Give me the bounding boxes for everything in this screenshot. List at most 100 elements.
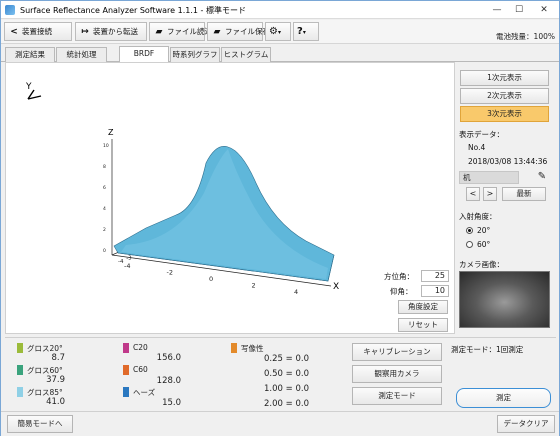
camera-image [459,271,550,328]
c20-label: C20 [133,343,148,352]
elevation-input[interactable]: 10 [421,285,449,297]
elevation-label: 仰角： [390,287,413,296]
gloss20-value: 8.7 [51,353,65,363]
display-data-label: 表示データ： [459,130,504,139]
c60-swatch [123,365,129,375]
tab-measurement-results[interactable]: 測定結果 [5,47,55,62]
z-tick-label: 0 [103,248,106,254]
c60-value: 128.0 [156,376,181,386]
gloss20-swatch [17,343,23,353]
window-title: Surface Reflectance Analyzer Software 1.… [20,6,246,15]
gloss60-value: 37.9 [46,375,65,385]
data-datetime: 2018/03/08 13:44:36 [468,157,548,166]
x-axis-label: X [333,282,339,292]
tab-brdf[interactable]: BRDF [119,46,169,62]
surface-shading [121,149,328,279]
c60-label: C60 [133,365,148,374]
view-1d-button[interactable]: 1次元表示 [460,70,549,86]
x-tick-label: -2 [167,269,173,277]
gloss85-value: 41.0 [46,397,65,407]
data-clear-button[interactable]: データクリア [497,415,555,433]
incident-60-label: 60° [477,240,491,249]
file-read-button[interactable]: ▰ ファイル読込 [149,22,212,41]
c20-swatch [123,343,129,353]
reset-button[interactable]: リセット [398,318,448,332]
incident-angle-label: 入射角度： [459,212,497,221]
incident-20-radio[interactable] [466,227,473,234]
orientation-indicator: Y [25,82,42,100]
view-3d-button[interactable]: 3次元表示 [460,106,549,122]
observe-camera-button[interactable]: 観察用カメラ [352,365,442,383]
footer-bar: 簡易モードへ データクリア [1,411,559,436]
azimuth-input[interactable]: 25 [421,270,449,282]
measure-mode-button[interactable]: 測定モード [352,387,442,405]
haze-label: ヘーズ [133,388,156,397]
open-folder-icon: ▰ [155,27,163,37]
save-folder-icon: ▰ [213,27,221,37]
prev-data-button[interactable]: < [466,187,480,201]
brdf-plot-panel: Y Z X 1086420 -4-3-2-101234 -4-2024 方位角：… [5,62,455,334]
data-name-field: 机 [459,171,519,184]
simple-mode-button[interactable]: 簡易モードへ [7,415,73,433]
z-tick-label: 10 [103,143,109,149]
connect-device-label: 装置接続 [22,27,52,36]
maximize-button[interactable]: ☐ [511,3,527,17]
z-axis-label: Z [108,128,114,137]
doi-row: 0.50 = 0.0 [264,369,309,379]
gear-icon: ⚙ [269,26,278,37]
calibration-button[interactable]: キャリブレーション [352,343,442,361]
camera-image-label: カメラ画像： [459,260,504,269]
x-tick-label: 0 [209,275,213,283]
transfer-icon: ↦ [81,27,89,37]
doi-swatch [231,343,237,353]
c20-value: 156.0 [156,353,181,363]
haze-value: 15.0 [162,398,181,408]
minimize-button[interactable]: — [489,3,505,17]
z-tick-label: 4 [103,206,106,212]
measure-mode-status: 測定モード：1回測定 [451,345,524,354]
incident-60-radio[interactable] [466,241,473,248]
view-2d-button[interactable]: 2次元表示 [460,88,549,104]
doi-row: 0.25 = 0.0 [264,354,309,364]
z-tick-label: 8 [103,164,106,170]
doi-row: 2.00 = 0.0 [264,399,309,409]
doi-row: 1.00 = 0.0 [264,384,309,394]
results-panel: グロス20° 8.7 グロス60° 37.9 グロス85° 41.0 C20 1… [5,337,556,410]
next-data-button[interactable]: > [483,187,497,201]
app-window: Surface Reflectance Analyzer Software 1.… [0,0,560,436]
battery-status: 電池残量：100% [496,32,555,41]
azimuth-label: 方位角： [384,272,414,281]
transfer-label: 装置から転送 [93,27,138,36]
data-number: No.4 [468,143,486,152]
share-icon: < [10,27,18,37]
tab-histogram[interactable]: ヒストグラム [221,47,271,62]
tab-bar: 測定結果 統計処理 BRDF 時系列グラフ ヒストグラム [1,45,559,62]
file-save-button[interactable]: ▰ ファイル保存 [207,22,270,41]
incident-20-label: 20° [477,226,491,235]
close-button[interactable]: ✕ [536,3,552,17]
x-tick-label: -4 [124,262,130,270]
edit-icon[interactable]: ✎ [536,171,548,183]
app-icon [5,5,15,15]
x-tick-label: 4 [294,288,298,296]
x-tick-label: 2 [252,282,256,290]
help-dropdown-button[interactable]: ?▾ [293,22,319,41]
right-panel: 1次元表示 2次元表示 3次元表示 表示データ： No.4 2018/03/08… [456,62,556,334]
title-bar: Surface Reflectance Analyzer Software 1.… [1,1,559,19]
connect-device-button[interactable]: < 装置接続 [4,22,72,41]
transfer-button[interactable]: ↦ 装置から転送 [75,22,147,41]
brdf-3d-surface-plot[interactable]: Y Z X 1086420 -4-3-2-101234 -4-2024 [6,63,454,333]
doi-label: 写像性 [241,344,264,353]
z-tick-labels: 10 8 6 4 2 0 [103,143,109,254]
latest-data-button[interactable]: 最新 [502,187,546,201]
orientation-y-label: Y [25,82,32,92]
measure-button[interactable]: 測定 [456,388,551,408]
angle-set-button[interactable]: 角度設定 [398,300,448,314]
z-tick-label: 6 [103,185,106,191]
chevron-down-icon: ▾ [277,29,281,36]
tab-statistics[interactable]: 統計処理 [56,47,107,62]
settings-dropdown-button[interactable]: ⚙▾ [265,22,291,41]
gloss85-swatch [17,387,23,397]
gloss60-swatch [17,365,23,375]
tab-time-series[interactable]: 時系列グラフ [170,47,220,62]
